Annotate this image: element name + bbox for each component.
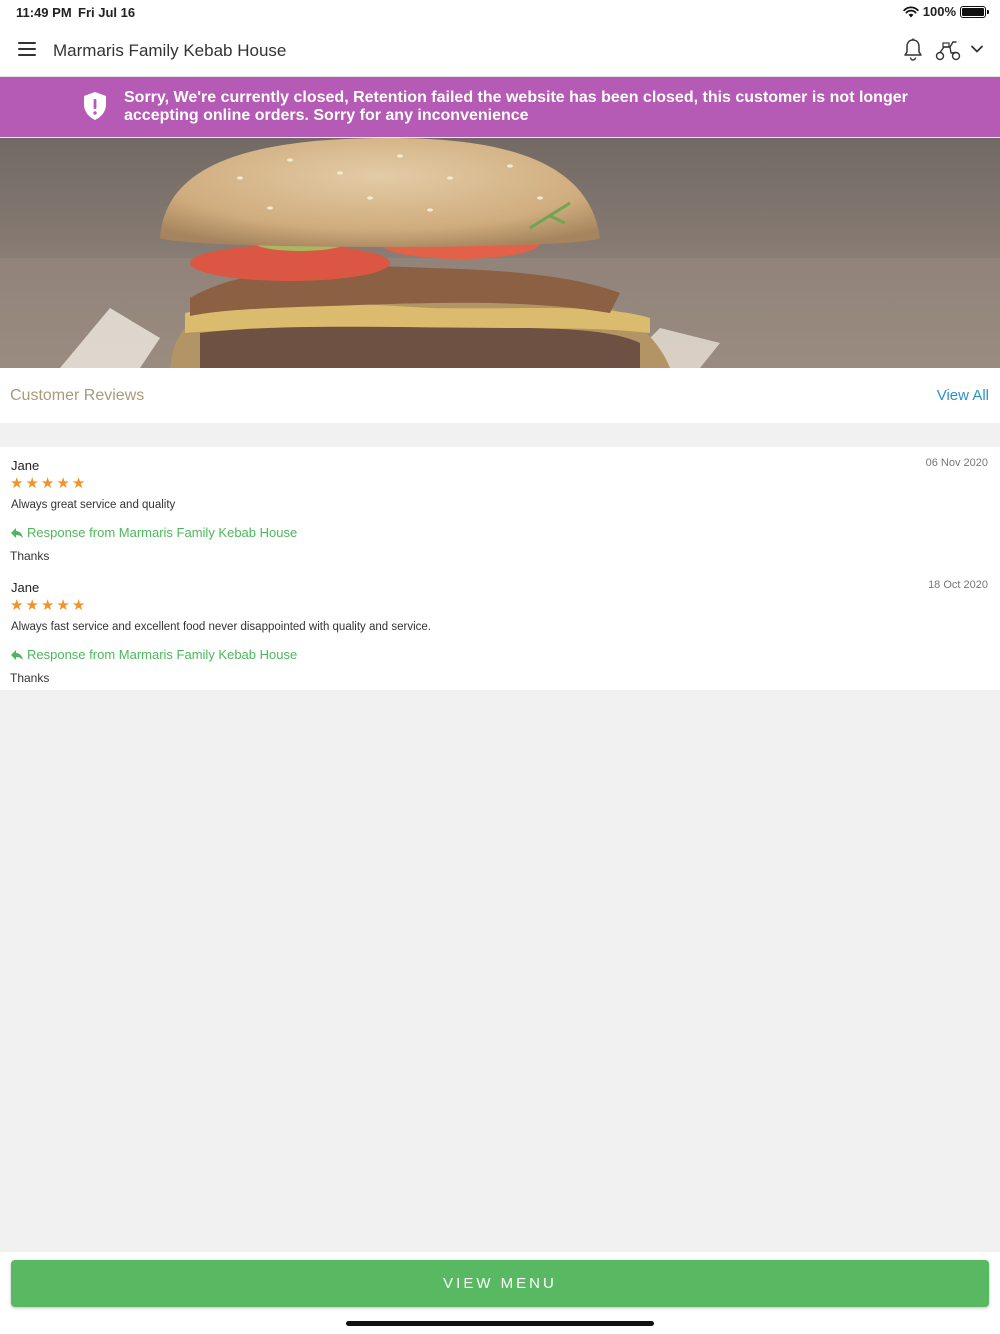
status-date: Fri Jul 16	[78, 5, 136, 20]
burger-image	[0, 138, 1000, 368]
page-title: Marmaris Family Kebab House	[53, 41, 287, 60]
home-indicator[interactable]	[346, 1321, 654, 1326]
review-text: Always great service and quality	[11, 499, 176, 511]
chevron-down-icon[interactable]	[970, 42, 984, 56]
reply-icon	[11, 527, 23, 538]
reviews-header: Customer Reviews View All	[0, 368, 1000, 423]
reviews-list: Jane 06 Nov 2020 ★ ★ ★ ★ ★ Always great …	[0, 447, 1000, 690]
rating-stars: ★ ★ ★ ★ ★	[10, 598, 85, 613]
star-icon: ★	[25, 597, 39, 614]
reviewer-name: Jane	[11, 580, 40, 595]
nav-bar: Marmaris Family Kebab House	[0, 24, 1000, 77]
star-icon: ★	[10, 597, 24, 614]
review-date: 06 Nov 2020	[925, 457, 988, 469]
shield-alert-icon	[84, 92, 106, 120]
response-text: Thanks	[10, 671, 50, 685]
response-label: Response from Marmaris Family Kebab Hous…	[27, 647, 298, 662]
response-header: Response from Marmaris Family Kebab Hous…	[10, 525, 297, 540]
battery-icon	[960, 5, 989, 18]
star-icon: ★	[25, 475, 39, 492]
status-time: 11:49 PM	[16, 5, 72, 20]
bottom-bar: VIEW MENU	[0, 1252, 1000, 1334]
response-label: Response from Marmaris Family Kebab Hous…	[27, 525, 298, 540]
review-item: Jane 06 Nov 2020 ★ ★ ★ ★ ★ Always great …	[0, 447, 1000, 569]
star-icon: ★	[40, 597, 55, 614]
view-all-link[interactable]: View All	[937, 387, 989, 404]
rating-stars: ★ ★ ★ ★ ★	[10, 476, 85, 491]
menu-icon[interactable]	[18, 42, 36, 56]
closed-message: Sorry, We're currently closed, Retention…	[124, 89, 908, 124]
star-icon: ★	[40, 475, 55, 492]
review-item: Jane 18 Oct 2020 ★ ★ ★ ★ ★ Always fast s…	[0, 569, 1000, 691]
reviewer-name: Jane	[11, 458, 40, 473]
battery-percent: 100%	[922, 4, 956, 19]
star-icon: ★	[71, 475, 86, 492]
star-icon: ★	[56, 475, 70, 492]
review-text: Always fast service and excellent food n…	[11, 621, 431, 633]
star-icon: ★	[71, 597, 86, 614]
response-header: Response from Marmaris Family Kebab Hous…	[10, 647, 297, 662]
scooter-icon[interactable]	[935, 39, 961, 61]
view-menu-button[interactable]: VIEW MENU	[11, 1260, 989, 1307]
response-text: Thanks	[10, 549, 50, 563]
bell-icon[interactable]	[902, 38, 924, 62]
star-icon: ★	[56, 597, 70, 614]
closed-banner: Sorry, We're currently closed, Retention…	[0, 77, 1000, 137]
status-indicators: 100%	[903, 4, 989, 19]
review-date: 18 Oct 2020	[928, 579, 988, 591]
status-bar: 11:49 PM Fri Jul 16 100%	[0, 0, 1000, 24]
reply-icon	[11, 649, 23, 660]
wifi-icon	[903, 5, 919, 17]
hero-image	[0, 138, 1000, 368]
star-icon: ★	[10, 475, 24, 492]
reviews-title: Customer Reviews	[10, 387, 145, 404]
